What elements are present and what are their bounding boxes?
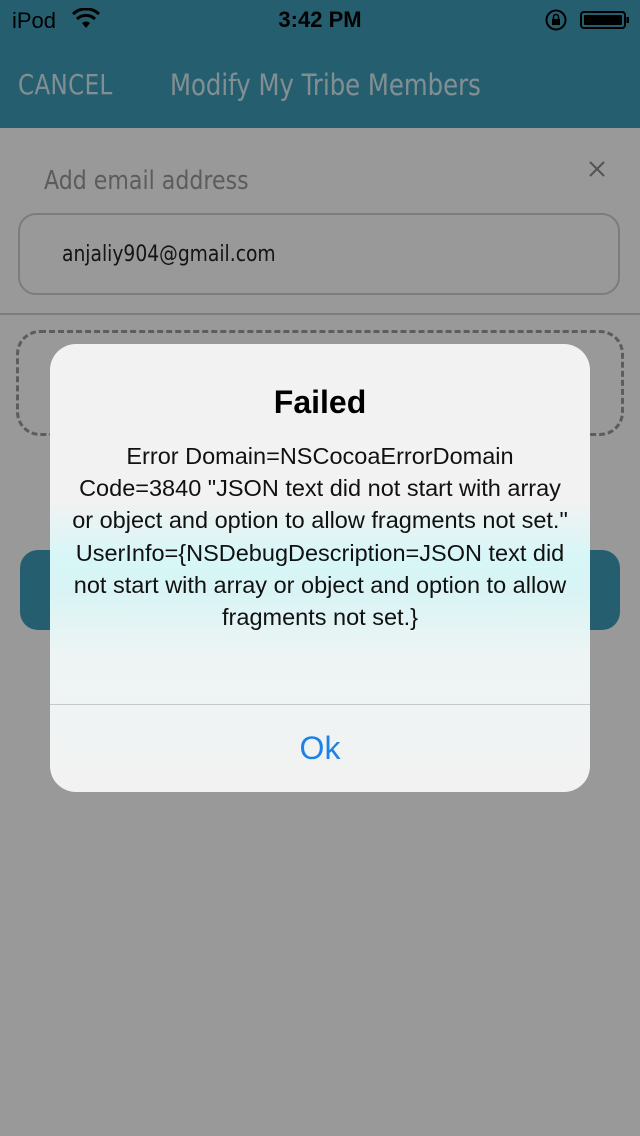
- alert-title: Failed: [273, 384, 367, 420]
- alert-dialog: Failed Error Domain=NSCocoaErrorDomain C…: [50, 344, 590, 792]
- alert-message: Error Domain=NSCocoaErrorDomain Code=384…: [72, 443, 568, 631]
- ok-button[interactable]: Ok: [50, 705, 590, 792]
